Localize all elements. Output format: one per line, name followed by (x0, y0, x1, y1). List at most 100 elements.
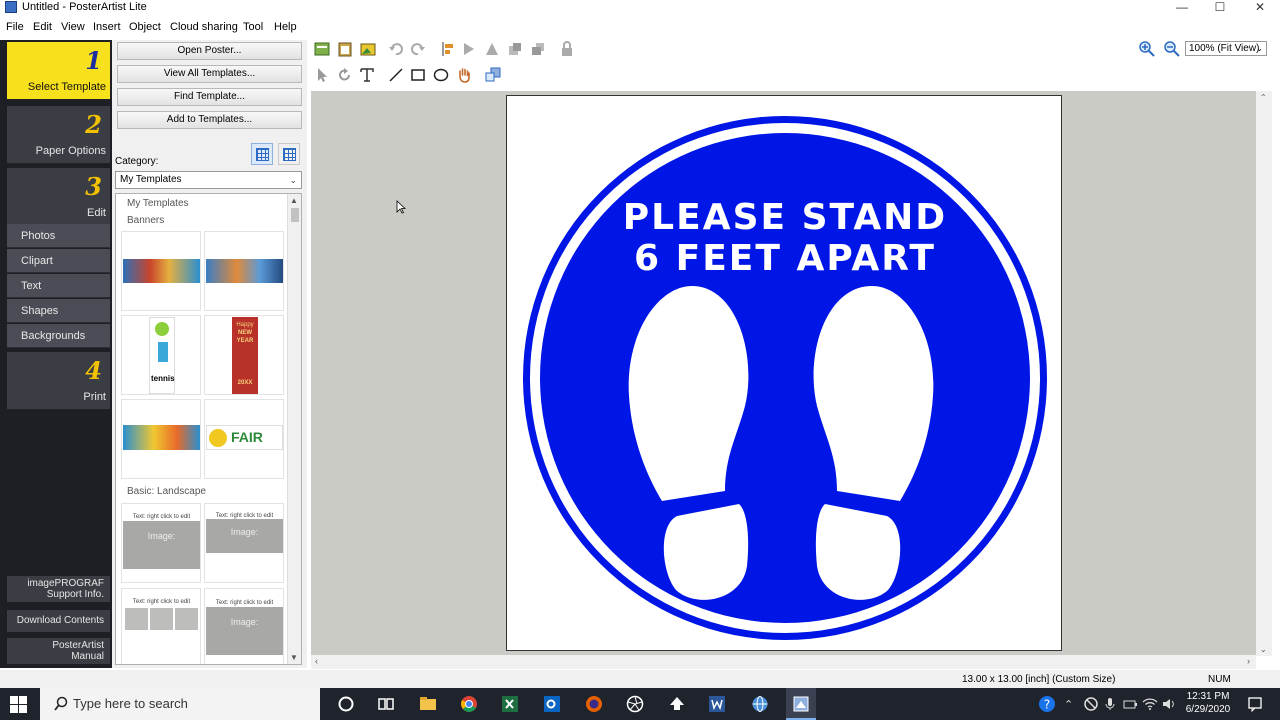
edit-photos[interactable]: Photos (7, 224, 110, 248)
menu-help[interactable]: Help (274, 21, 297, 33)
view-all-templates-button[interactable]: View All Templates... (117, 65, 302, 83)
aperture-icon[interactable] (625, 694, 645, 714)
paste-icon[interactable] (337, 41, 353, 57)
word-icon[interactable] (707, 694, 727, 714)
template-thumbnail[interactable]: Text: right click to edit Image: (204, 588, 284, 664)
edit-clipart[interactable]: Clipart (7, 249, 110, 273)
template-list-scrollbar[interactable]: ▲ ▼ (287, 194, 301, 664)
rectangle-tool-icon[interactable] (410, 67, 426, 83)
poster-artist-taskbar-item[interactable] (786, 688, 816, 720)
microphone-icon[interactable] (1100, 694, 1120, 714)
scroll-down-icon[interactable]: ▼ (290, 653, 298, 662)
battery-icon[interactable] (1120, 694, 1140, 714)
excel-icon[interactable] (500, 694, 520, 714)
edit-shapes[interactable]: Shapes (7, 299, 110, 323)
poster-artist-icon (793, 696, 809, 712)
windows-start-icon[interactable] (10, 696, 27, 713)
step-select-template[interactable]: 1 Select Template (7, 42, 110, 100)
small-thumbnail-view-icon[interactable] (278, 143, 300, 165)
template-thumbnail[interactable]: Happy NEW YEAR 20XX (204, 315, 284, 395)
maximize-button[interactable]: ☐ (1200, 0, 1240, 15)
undo-icon[interactable] (388, 41, 404, 57)
edit-backgrounds[interactable]: Backgrounds (7, 324, 110, 348)
wifi-icon[interactable] (1140, 694, 1160, 714)
notifications-icon[interactable] (1245, 694, 1265, 714)
template-thumbnail[interactable]: Text: right click to edit (121, 588, 201, 664)
send-backward-icon[interactable] (530, 41, 546, 57)
scroll-left-icon[interactable]: ‹ (315, 656, 318, 666)
download-contents-link[interactable]: Download Contents (7, 610, 110, 632)
globe-icon[interactable] (750, 694, 770, 714)
template-thumbnail[interactable] (121, 231, 201, 311)
zoom-out-icon[interactable] (1164, 41, 1180, 57)
line-tool-icon[interactable] (388, 67, 404, 83)
scroll-thumb[interactable] (291, 208, 299, 222)
zoom-in-icon[interactable] (1139, 41, 1155, 57)
category-select[interactable]: My Templates ⌄ (115, 171, 302, 189)
menu-cloud-sharing[interactable]: Cloud sharing (170, 21, 238, 33)
poster-artwork: PLEASE STAND 6 FEET APART (523, 116, 1047, 640)
redo-icon[interactable] (410, 41, 426, 57)
tray-chevron-up-icon[interactable]: ⌃ (1064, 698, 1073, 711)
template-thumbnail[interactable]: FAIR (204, 399, 284, 479)
template-thumbnail[interactable] (121, 399, 201, 479)
manual-link[interactable]: PosterArtist Manual (7, 638, 110, 664)
menu-insert[interactable]: Insert (93, 21, 121, 33)
security-tray-icon[interactable] (1081, 694, 1101, 714)
large-thumbnail-view-icon[interactable] (251, 143, 273, 165)
inkscape-icon[interactable] (667, 694, 687, 714)
select-arrow-icon[interactable] (314, 67, 330, 83)
chrome-icon[interactable] (459, 694, 479, 714)
menu-tool[interactable]: Tool (243, 21, 263, 33)
layout-icon[interactable] (314, 41, 330, 57)
cortana-icon[interactable] (336, 694, 356, 714)
zoom-select[interactable]: 100% (Fit View) ⌄ (1185, 41, 1267, 56)
support-info-link[interactable]: imagePROGRAF Support Info. (7, 576, 110, 602)
menu-view[interactable]: View (61, 21, 85, 33)
flip-vertical-icon[interactable] (484, 41, 500, 57)
template-thumbnail[interactable]: Text: right click to edit Image: (204, 503, 284, 583)
template-thumbnail[interactable]: Text: right click to edit Image: (121, 503, 201, 583)
poster-canvas[interactable]: PLEASE STAND 6 FEET APART (506, 95, 1062, 651)
step-paper-options[interactable]: 2 Paper Options (7, 106, 110, 164)
menu-file[interactable]: File (6, 21, 24, 33)
add-to-templates-button[interactable]: Add to Templates... (117, 111, 302, 129)
minimize-button[interactable]: — (1162, 0, 1202, 15)
scroll-down-icon[interactable]: ⌄ (1260, 645, 1267, 654)
edit-text[interactable]: Text (7, 274, 110, 298)
hand-tool-icon[interactable] (456, 67, 472, 83)
firefox-icon[interactable] (584, 694, 604, 714)
menu-edit[interactable]: Edit (33, 21, 52, 33)
image-edit-icon[interactable] (360, 41, 376, 57)
taskbar-clock[interactable]: 12:31 PM 6/29/2020 (1180, 690, 1236, 716)
step-print[interactable]: 4 Print (7, 352, 110, 410)
close-button[interactable]: ✕ (1240, 0, 1280, 15)
volume-icon[interactable] (1159, 694, 1179, 714)
scroll-up-icon[interactable]: ⌃ (1260, 93, 1267, 102)
find-template-button[interactable]: Find Template... (117, 88, 302, 106)
ellipse-tool-icon[interactable] (433, 67, 449, 83)
lock-icon[interactable] (559, 41, 575, 57)
flip-horizontal-icon[interactable] (462, 41, 478, 57)
align-icon[interactable] (440, 41, 456, 57)
rotate-icon[interactable] (337, 67, 353, 83)
template-list[interactable]: My Templates Banners tennis Happy NEW YE… (115, 193, 302, 665)
canvas-vertical-scrollbar[interactable]: ⌃ ⌄ (1256, 91, 1272, 656)
scroll-up-icon[interactable]: ▲ (290, 196, 298, 205)
thumb-text: 20XX (237, 380, 253, 386)
canvas-horizontal-scrollbar[interactable]: ‹ › (311, 655, 1256, 669)
open-poster-button[interactable]: Open Poster... (117, 42, 302, 60)
bring-forward-icon[interactable] (507, 41, 523, 57)
template-thumbnail[interactable] (204, 231, 284, 311)
outlook-icon[interactable] (542, 694, 562, 714)
file-explorer-icon[interactable] (418, 694, 438, 714)
template-thumbnail[interactable]: tennis (121, 315, 201, 395)
text-tool-icon[interactable] (359, 67, 375, 83)
task-view-icon[interactable] (376, 694, 396, 714)
menu-object[interactable]: Object (129, 21, 161, 33)
step-edit[interactable]: 3 Edit (7, 168, 110, 226)
taskbar-search-box[interactable]: Type here to search (40, 688, 320, 720)
scroll-right-icon[interactable]: › (1247, 656, 1250, 666)
help-icon[interactable]: ? (1037, 694, 1057, 714)
clone-icon[interactable] (485, 67, 501, 83)
